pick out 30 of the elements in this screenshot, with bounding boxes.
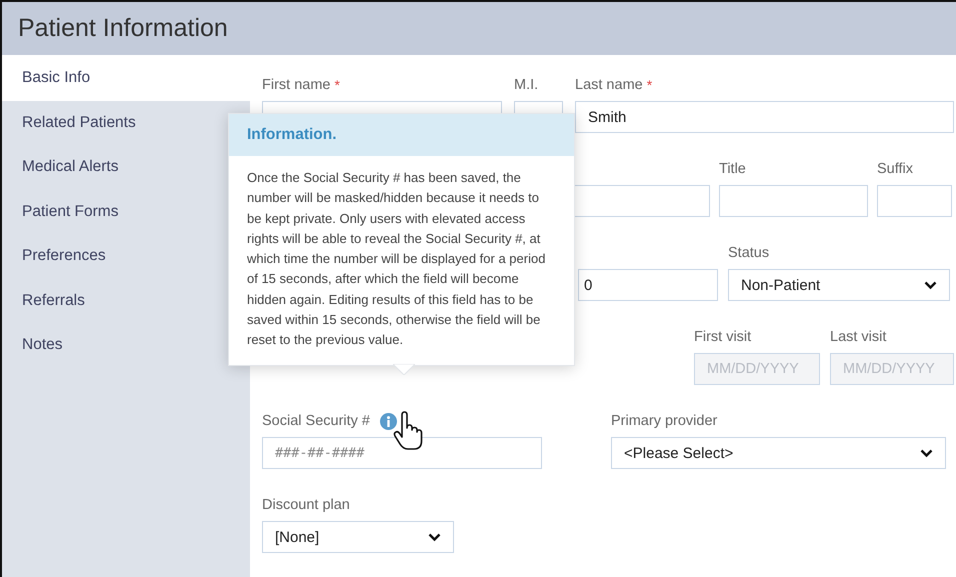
- required-mark: *: [646, 77, 652, 93]
- field-label: Title: [719, 161, 746, 177]
- page-title: Patient Information: [18, 14, 228, 43]
- hand-cursor-icon: [393, 411, 423, 451]
- field-label: Last name: [575, 77, 643, 93]
- provider-select[interactable]: <Please Select>: [611, 437, 946, 469]
- field-label: Discount plan: [262, 497, 350, 513]
- status-select[interactable]: Non-Patient: [728, 269, 950, 301]
- tooltip-title: Information.: [247, 126, 337, 144]
- ssn-field[interactable]: ###-##-####: [262, 437, 542, 469]
- field-label: Social Security #: [262, 413, 370, 429]
- field-label: Primary provider: [611, 413, 718, 429]
- field-label: Suffix: [877, 161, 914, 177]
- title-field[interactable]: [719, 185, 868, 217]
- field-label: Last visit: [830, 329, 886, 345]
- required-mark: *: [334, 77, 340, 93]
- chevron-down-icon: [920, 448, 933, 458]
- field-label: M.I.: [514, 77, 538, 93]
- discount-plan-select[interactable]: [None]: [262, 521, 454, 553]
- last-name-field[interactable]: Smith: [575, 101, 954, 133]
- field-label: Status: [728, 245, 770, 261]
- chevron-down-icon: [924, 280, 937, 290]
- field-label: First name: [262, 77, 330, 93]
- info-icon[interactable]: [380, 412, 397, 430]
- suffix-field[interactable]: [877, 185, 952, 217]
- tooltip-text: Once the Social Security # has been saved, the number will be masked/hidden because it needs to be kept private. Only users with elevated access rights will be able to reveal the Social Security #, at which time the number will be displayed for a period of 15 seconds, after which the field will become hidden again. Editing results of this field has to be saved within 15 seconds, otherwise the field will be reset to the previous value.: [246, 169, 546, 350]
- field-label: First visit: [694, 329, 752, 345]
- chevron-down-icon: [428, 532, 441, 542]
- text-field[interactable]: 0: [578, 269, 718, 301]
- sidebar-item[interactable]: Basic Info: [2, 56, 250, 100]
